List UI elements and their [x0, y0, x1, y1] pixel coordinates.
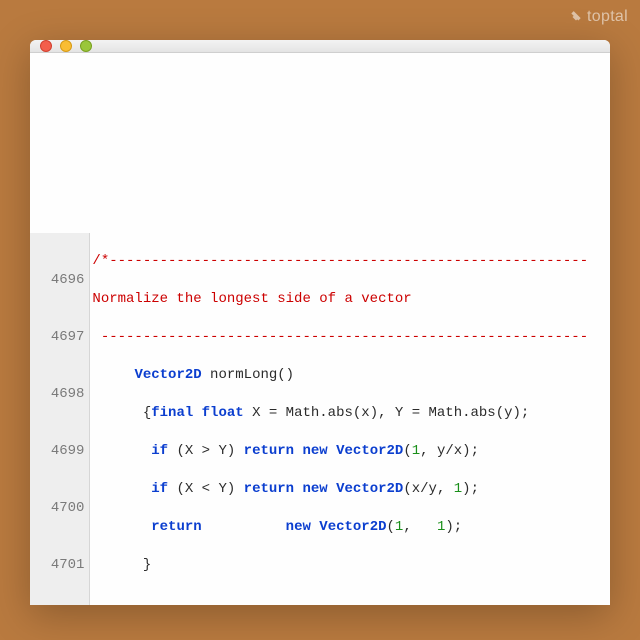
type-token: Vector2D — [134, 367, 201, 383]
type-token: Vector2D — [319, 519, 386, 535]
line-number: 4701 — [34, 556, 84, 575]
editor-window: 4696 4697 4698 4699 4700 4701 4702 4703 … — [30, 40, 610, 605]
line-number: 4699 — [34, 442, 84, 461]
keyword-token: new — [303, 443, 328, 459]
keyword-token: if — [151, 443, 168, 459]
close-icon[interactable] — [40, 40, 52, 52]
keyword-token: return — [244, 443, 294, 459]
code-line: Normalize the longest side of a vector — [92, 290, 588, 309]
keyword-token: return — [244, 481, 294, 497]
type-token: Vector2D — [336, 443, 403, 459]
code-line: if (X > Y) return new Vector2D(1, y/x); — [92, 442, 588, 461]
brand-logo: toptal — [569, 8, 628, 26]
code-editor[interactable]: 4696 4697 4698 4699 4700 4701 4702 4703 … — [30, 53, 610, 605]
number-token: 1 — [454, 481, 462, 497]
code-line: Vector2D normLong() — [92, 366, 588, 385]
number-token: 1 — [412, 443, 420, 459]
code-line: if (X < Y) return new Vector2D(x/y, 1); — [92, 480, 588, 499]
comment: /*--------------------------------------… — [92, 253, 588, 269]
window-titlebar — [30, 40, 610, 53]
keyword-token: float — [202, 405, 244, 421]
code-line: ----------------------------------------… — [92, 328, 588, 347]
minimize-icon[interactable] — [60, 40, 72, 52]
keyword-token: if — [151, 481, 168, 497]
line-number-gutter: 4696 4697 4698 4699 4700 4701 4702 4703 … — [30, 233, 90, 605]
toptal-icon — [569, 10, 583, 24]
code-content[interactable]: /*--------------------------------------… — [90, 233, 588, 605]
line-number: 4698 — [34, 385, 84, 404]
line-number: 4696 — [34, 271, 84, 290]
comment: Normalize the longest side of a vector — [92, 291, 411, 307]
keyword-token: return — [151, 519, 201, 535]
code-line: } — [92, 556, 588, 575]
code-line: /*--------------------------------------… — [92, 252, 588, 271]
keyword-token: final — [151, 405, 193, 421]
keyword-token: new — [286, 519, 311, 535]
brand-name: toptal — [587, 8, 628, 26]
zoom-icon[interactable] — [80, 40, 92, 52]
line-number: 4697 — [34, 328, 84, 347]
type-token: Vector2D — [336, 481, 403, 497]
code-line: return new Vector2D(1, 1); — [92, 518, 588, 537]
comment: ----------------------------------------… — [92, 329, 588, 345]
keyword-token: new — [303, 481, 328, 497]
line-number: 4700 — [34, 499, 84, 518]
code-line: {final float X = Math.abs(x), Y = Math.a… — [92, 404, 588, 423]
